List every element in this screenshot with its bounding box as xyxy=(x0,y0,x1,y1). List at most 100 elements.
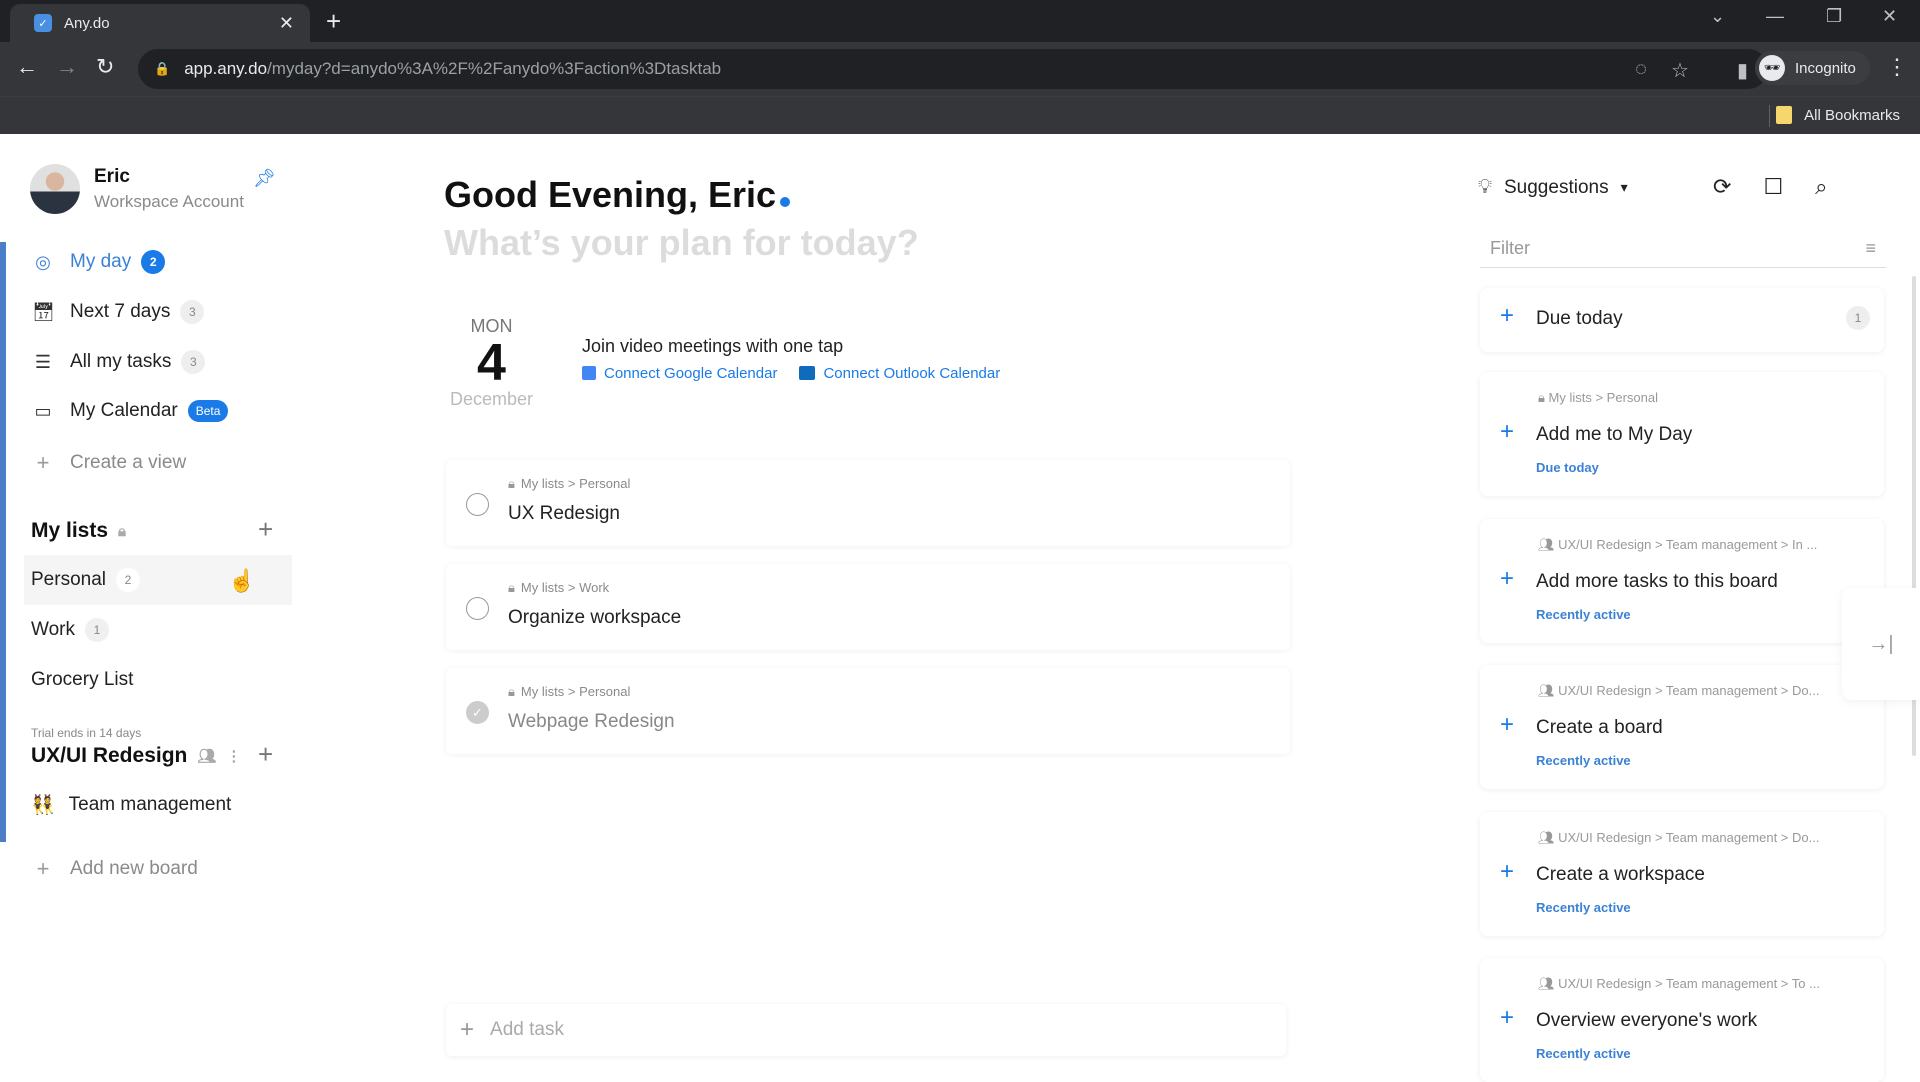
eye-off-icon[interactable]: ◌ xyxy=(1635,58,1647,83)
suggestion-card[interactable]: 👥︎ UX/UI Redesign > Team management > In… xyxy=(1480,519,1884,643)
task-card[interactable]: 🔒︎ My lists > Work Organize workspace xyxy=(446,564,1290,650)
due-today-group[interactable]: + Due today 1 xyxy=(1480,288,1884,352)
list-item-work[interactable]: Work 1 xyxy=(30,605,298,655)
document-list-icon: ☰ xyxy=(34,351,52,372)
add-suggestion-plus-icon[interactable]: + xyxy=(1500,565,1514,593)
sidebar-item-my-calendar[interactable]: ▭ My Calendar Beta xyxy=(32,400,229,422)
address-bar[interactable]: 🔒 app.any.do /myday?d=anydo%3A%2F%2Fanyd… xyxy=(138,49,1768,89)
workspace-heading[interactable]: UX/UI Redesign 👥︎ ⋮ xyxy=(31,744,241,768)
my-lists-title: My lists xyxy=(31,519,109,542)
sidebar-item-label: My day xyxy=(70,251,132,272)
suggestion-card[interactable]: 👥︎ UX/UI Redesign > Team management > Do… xyxy=(1480,665,1884,789)
task-breadcrumb: 🔒︎ My lists > Work xyxy=(508,580,609,596)
suggestion-card[interactable]: 🔒︎ My lists > Personal + Add me to My Da… xyxy=(1480,372,1884,496)
beta-badge: Beta xyxy=(187,400,229,422)
folder-icon xyxy=(1776,106,1793,124)
suggestions-dropdown[interactable]: 💡︎ Suggestions ▾ xyxy=(1478,176,1628,199)
create-view-button[interactable]: + Create a view xyxy=(32,450,187,476)
bookmarks-bar: All Bookmarks xyxy=(0,96,1920,134)
reload-icon[interactable]: ↻ xyxy=(96,54,114,80)
suggestion-card[interactable]: 👥︎ UX/UI Redesign > Team management > To… xyxy=(1480,958,1884,1082)
forward-icon[interactable]: → xyxy=(56,54,78,80)
focus-mode-icon[interactable]: ☐ xyxy=(1763,174,1783,200)
add-suggestion-plus-icon[interactable]: + xyxy=(1500,858,1514,886)
task-card-completed[interactable]: ✓ 🔒︎ My lists > Personal Webpage Redesign xyxy=(446,668,1290,754)
task-name: Organize workspace xyxy=(508,607,682,628)
day-number: 4 xyxy=(477,334,506,392)
add-suggestion-plus-icon[interactable]: + xyxy=(1500,711,1514,739)
task-checkbox[interactable] xyxy=(466,493,489,516)
tab-search-icon[interactable]: ⌄ xyxy=(1710,6,1725,27)
arrow-to-right-icon: →| xyxy=(1868,632,1894,655)
people-icon: 👥︎ xyxy=(1538,683,1559,698)
my-lists-heading[interactable]: My lists 🔒︎ xyxy=(31,519,126,543)
anydo-favicon-icon: ✓ xyxy=(34,14,52,32)
collapse-panel-button[interactable]: →| xyxy=(1842,588,1920,700)
close-window-icon[interactable]: ✕ xyxy=(1882,6,1897,27)
add-new-board-button[interactable]: + Add new board xyxy=(32,856,198,882)
count-badge: 2 xyxy=(141,250,166,274)
hand-cursor-icon: ☝ xyxy=(228,568,256,593)
browser-tab[interactable]: ✓ Any.do ✕ xyxy=(10,4,310,42)
all-bookmarks-button[interactable]: All Bookmarks xyxy=(1776,106,1900,124)
minimize-icon[interactable]: — xyxy=(1766,6,1784,27)
list-label: Work xyxy=(31,619,75,640)
pin-sidebar-icon[interactable]: 📌︎ xyxy=(253,168,276,189)
connect-outlook-calendar-link[interactable]: Connect Outlook Calendar xyxy=(799,365,1000,382)
count-badge: 1 xyxy=(1846,306,1870,330)
google-calendar-icon xyxy=(582,366,596,380)
plus-icon[interactable]: + xyxy=(1500,302,1514,330)
board-item-team-management[interactable]: 👯 Team management xyxy=(30,780,298,830)
bookmark-star-icon[interactable]: ☆ xyxy=(1671,58,1689,83)
chrome-menu-icon[interactable]: ⋮ xyxy=(1886,54,1908,80)
add-list-button[interactable]: + xyxy=(258,514,273,545)
side-panel-icon[interactable]: ▮ xyxy=(1737,58,1748,83)
filter-icon[interactable]: ≡ xyxy=(1865,238,1876,259)
add-to-workspace-button[interactable]: + xyxy=(258,739,273,770)
filter-input[interactable]: Filter ≡ xyxy=(1480,230,1886,268)
suggestion-meta: Recently active xyxy=(1536,1046,1631,1061)
meetings-promo: Join video meetings with one tap Connect… xyxy=(582,336,1000,382)
task-checkbox[interactable] xyxy=(466,597,489,620)
suggestion-breadcrumb: 👥︎ UX/UI Redesign > Team management > To… xyxy=(1538,976,1820,992)
calendar-icon: ▭ xyxy=(34,400,52,421)
more-options-icon[interactable]: ⋮ xyxy=(226,747,241,765)
add-suggestion-plus-icon[interactable]: + xyxy=(1500,1004,1514,1032)
restore-icon[interactable]: ❐ xyxy=(1826,6,1842,27)
suggestion-meta: Recently active xyxy=(1536,900,1631,915)
suggestion-breadcrumb: 👥︎ UX/UI Redesign > Team management > Do… xyxy=(1538,683,1819,699)
filter-placeholder: Filter xyxy=(1490,238,1530,258)
greeting-subtitle: What’s your plan for today? xyxy=(444,222,919,263)
task-card[interactable]: 🔒︎ My lists > Personal UX Redesign xyxy=(446,460,1290,546)
new-tab-button[interactable]: + xyxy=(326,6,341,37)
url-path: /myday?d=anydo%3A%2F%2Fanydo%3Faction%3D… xyxy=(267,59,722,78)
lock-icon: 🔒 xyxy=(154,61,171,76)
account-type: Workspace Account xyxy=(94,192,244,211)
all-bookmarks-label: All Bookmarks xyxy=(1804,106,1900,124)
count-badge: 3 xyxy=(181,350,206,374)
suggestion-card[interactable]: 👥︎ UX/UI Redesign > Team management > Do… xyxy=(1480,812,1884,936)
anydo-app: Eric Workspace Account 📌︎ ◎ My day 2 📅︎ … xyxy=(0,134,1920,1082)
lock-icon: 🔒︎ xyxy=(508,580,515,595)
plus-icon: + xyxy=(36,856,50,881)
sync-icon[interactable]: ⟳ xyxy=(1713,174,1731,200)
add-task-input[interactable]: + Add task xyxy=(446,1004,1286,1056)
add-suggestion-plus-icon[interactable]: + xyxy=(1500,418,1514,446)
back-icon[interactable]: ← xyxy=(16,54,38,80)
sidebar-item-all-my-tasks[interactable]: ☰ All my tasks 3 xyxy=(32,350,206,374)
list-item-grocery[interactable]: Grocery List xyxy=(30,655,298,705)
task-checkbox-checked[interactable]: ✓ xyxy=(466,701,489,724)
close-tab-icon[interactable]: ✕ xyxy=(279,13,294,34)
crumb-text: UX/UI Redesign > Team management > Do... xyxy=(1558,830,1820,845)
connect-google-calendar-link[interactable]: Connect Google Calendar xyxy=(582,365,777,382)
plus-icon: + xyxy=(460,1016,475,1043)
user-profile[interactable]: Eric Workspace Account xyxy=(30,164,244,214)
browser-toolbar: ← → ↻ 🔒 app.any.do /myday?d=anydo%3A%2F%… xyxy=(0,42,1920,96)
tab-title: Any.do xyxy=(64,14,110,32)
sidebar-item-my-day[interactable]: ◎ My day 2 xyxy=(32,250,166,274)
incognito-badge[interactable]: 🕶 Incognito xyxy=(1755,51,1870,85)
lock-icon: 🔒︎ xyxy=(1538,390,1549,405)
sidebar-item-next-7-days[interactable]: 📅︎ Next 7 days 3 xyxy=(32,300,205,324)
search-icon[interactable]: ⌕ xyxy=(1815,174,1827,200)
list-label: Personal xyxy=(31,569,106,590)
